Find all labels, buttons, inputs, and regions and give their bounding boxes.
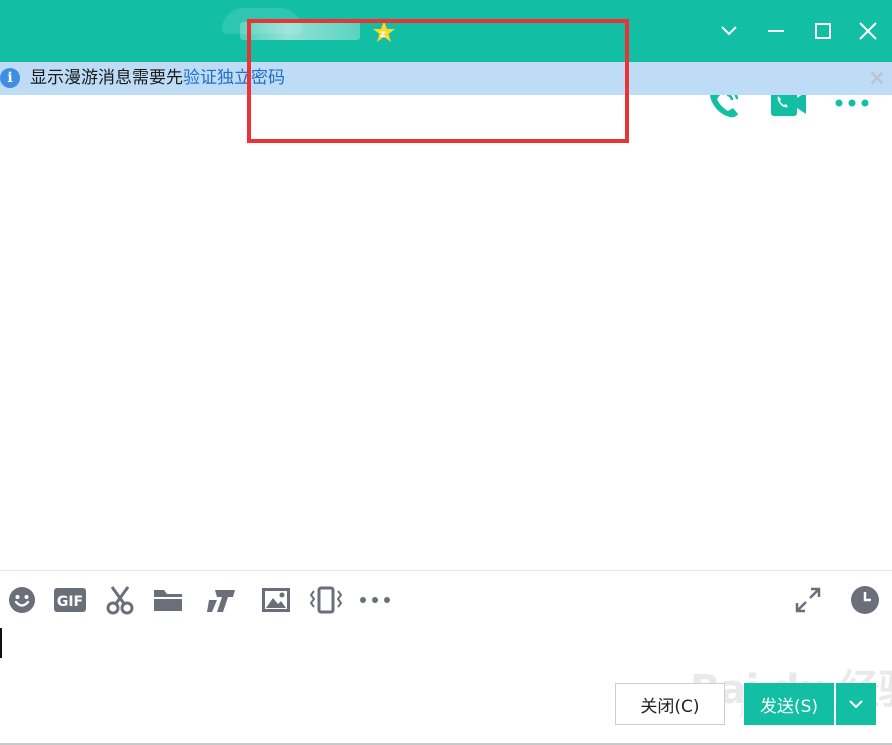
info-icon: i xyxy=(0,68,20,88)
close-icon[interactable] xyxy=(850,13,886,49)
more-tools-icon[interactable] xyxy=(357,582,393,618)
maximize-icon[interactable] xyxy=(805,13,841,49)
image-icon[interactable] xyxy=(258,582,294,618)
text-caret xyxy=(0,628,2,658)
message-area[interactable] xyxy=(0,95,892,569)
font-icon[interactable] xyxy=(203,582,239,618)
highlight-box xyxy=(247,19,629,143)
scissors-icon[interactable] xyxy=(102,582,138,618)
send-button[interactable]: 发送(S) xyxy=(744,683,834,725)
send-options-chevron-icon[interactable] xyxy=(836,683,876,725)
shake-icon[interactable] xyxy=(308,582,344,618)
expand-icon[interactable] xyxy=(790,582,826,618)
message-input[interactable] xyxy=(0,622,892,680)
folder-icon[interactable] xyxy=(150,582,186,618)
history-clock-icon[interactable] xyxy=(847,582,883,618)
emoji-icon[interactable] xyxy=(4,582,40,618)
chevron-down-icon[interactable] xyxy=(711,13,747,49)
banner-close-icon[interactable]: × xyxy=(866,68,888,90)
toolbar-divider xyxy=(0,570,892,571)
minimize-icon[interactable] xyxy=(758,13,794,49)
close-button[interactable]: 关闭(C) xyxy=(615,683,725,725)
gif-icon[interactable]: GIF xyxy=(52,582,88,618)
banner-text: 显示漫游消息需要先 xyxy=(30,68,183,88)
gif-label: GIF xyxy=(57,594,83,610)
